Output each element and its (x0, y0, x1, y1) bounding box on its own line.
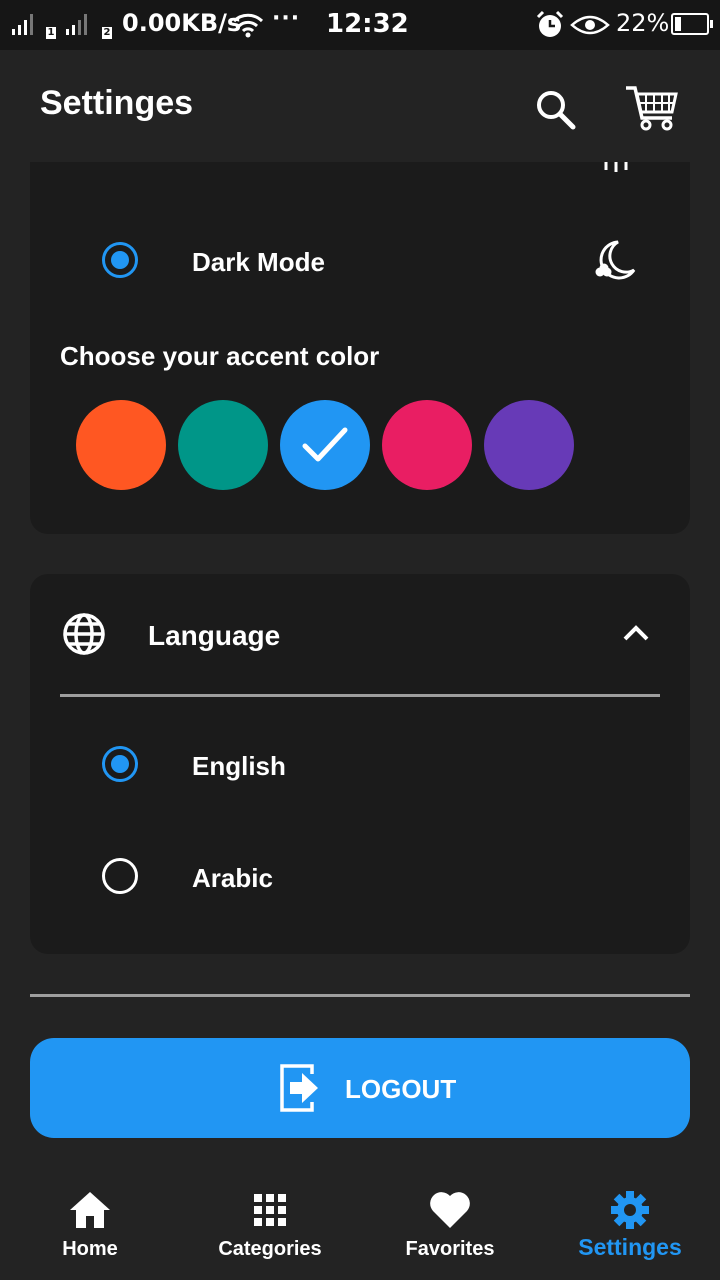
language-header[interactable]: Language (30, 574, 690, 692)
sim1-indicator: 1 (46, 27, 56, 39)
nav-settings[interactable]: Settinges (540, 1170, 720, 1280)
english-radio[interactable] (102, 746, 138, 782)
cart-button[interactable] (622, 80, 682, 140)
accent-swatch-blue[interactable] (280, 400, 370, 490)
english-label: English (192, 751, 286, 781)
clock: 12:32 (326, 9, 409, 39)
language-divider (60, 694, 660, 697)
net-speed: 0.00KB/s (122, 9, 242, 37)
nav-favorites-label: Favorites (405, 1238, 495, 1260)
accent-swatch-purple[interactable] (484, 400, 574, 490)
check-icon (302, 427, 348, 462)
cart-icon (626, 86, 678, 131)
signal-icon-2 (66, 14, 90, 35)
moon-icon (595, 240, 636, 280)
battery-icon (671, 13, 713, 35)
sim2-indicator: 2 (102, 27, 112, 39)
eye-icon (570, 15, 610, 35)
search-button[interactable] (525, 80, 585, 140)
status-bar: 1 2 0.00KB/s ··· 12:32 22% (0, 0, 720, 50)
section-divider (30, 994, 690, 997)
more-indicator: ··· (272, 6, 301, 31)
nav-favorites[interactable]: Favorites (360, 1170, 540, 1280)
nav-categories-label: Categories (218, 1238, 322, 1260)
logout-label: LOGOUT (345, 1074, 457, 1104)
accent-swatch-pink[interactable] (382, 400, 472, 490)
logout-icon (280, 1064, 318, 1112)
battery-percent: 22% (616, 9, 670, 37)
app-bar: Settinges (0, 50, 720, 162)
arabic-label: Arabic (192, 863, 273, 893)
signal-icon (12, 14, 36, 35)
chevron-up-icon (623, 625, 649, 641)
logout-button[interactable]: LOGOUT (30, 1038, 690, 1138)
nav-home[interactable]: Home (0, 1170, 180, 1280)
globe-icon (63, 613, 105, 655)
accent-swatch-teal[interactable] (178, 400, 268, 490)
heart-icon (430, 1192, 470, 1228)
dark-mode-label: Dark Mode (192, 247, 325, 277)
gear-icon (611, 1191, 649, 1229)
accent-swatch-orange[interactable] (76, 400, 166, 490)
home-icon (70, 1192, 110, 1228)
search-icon (537, 91, 576, 130)
dark-mode-radio[interactable] (102, 242, 138, 278)
arabic-radio[interactable] (102, 858, 138, 894)
alarm-icon (536, 10, 564, 37)
language-title: Language (148, 620, 281, 651)
nav-settings-label: Settinges (578, 1234, 682, 1260)
accent-color-heading: Choose your accent color (60, 341, 380, 371)
wifi-icon (232, 13, 264, 38)
language-option-english[interactable]: English (30, 724, 690, 804)
nav-home-label: Home (62, 1238, 118, 1260)
language-card: Language English Arabic (30, 574, 690, 954)
bottom-nav: Home Categories Favorites Settinges (0, 1170, 720, 1280)
page-title: Settinges (40, 84, 194, 122)
nav-categories[interactable]: Categories (180, 1170, 360, 1280)
language-option-arabic[interactable]: Arabic (30, 836, 690, 916)
grid-icon (254, 1194, 286, 1226)
